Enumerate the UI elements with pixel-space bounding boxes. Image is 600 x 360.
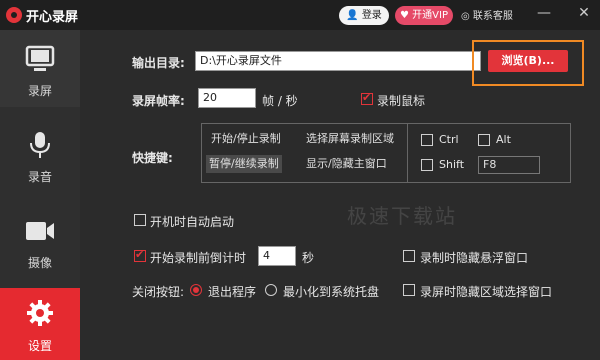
watermark: 极速下载站: [347, 204, 457, 228]
app-logo-icon: [6, 7, 22, 23]
gear-icon: [24, 298, 56, 328]
close-minimize-radio[interactable]: [265, 284, 277, 296]
autostart-label: 开机时自动启动: [150, 215, 235, 229]
fps-label: 录屏帧率:: [132, 94, 185, 108]
user-icon: 👤: [346, 10, 359, 21]
heart-icon: ♥: [400, 10, 409, 21]
autostart-checkbox[interactable]: [134, 214, 146, 226]
camera-icon: [24, 216, 56, 246]
shift-checkbox[interactable]: [421, 159, 433, 171]
login-button[interactable]: 👤 登录: [339, 6, 389, 25]
hotkey-key-input[interactable]: F8: [478, 156, 540, 174]
hotkey-toggle-main[interactable]: 显示/隐藏主窗口: [303, 155, 390, 173]
browse-button[interactable]: 浏览(B)...: [488, 50, 568, 72]
sidebar-item-camera[interactable]: 摄像: [0, 202, 80, 279]
hide-float-label: 录制时隐藏悬浮窗口: [420, 251, 529, 265]
hide-area-label: 录屏时隐藏区域选择窗口: [420, 285, 553, 299]
hide-float-checkbox[interactable]: [403, 250, 415, 262]
vip-button[interactable]: ♥ 开通VIP: [395, 6, 453, 25]
title-bar: 开心录屏 👤 登录 ♥ 开通VIP ◎ 联系客服 — ✕: [0, 0, 600, 30]
output-path-field[interactable]: D:\开心录屏文件: [195, 51, 481, 71]
alt-checkbox[interactable]: [478, 134, 490, 146]
app-title: 开心录屏: [26, 10, 79, 25]
support-label: 联系客服: [472, 11, 513, 22]
record-cursor-checkbox[interactable]: [361, 91, 373, 105]
close-button[interactable]: ✕: [575, 4, 593, 22]
countdown-label: 开始录制前倒计时: [150, 251, 247, 265]
sidebar-item-label: 摄像: [27, 256, 52, 270]
fps-unit: 帧 / 秒: [262, 94, 298, 108]
sidebar: 录屏 录音 摄像 设置: [0, 30, 80, 360]
sidebar-item-label: 设置: [27, 339, 52, 353]
hotkey-start-stop[interactable]: 开始/停止录制: [208, 130, 284, 148]
close-minimize-label: 最小化到系统托盘: [283, 285, 380, 299]
sidebar-item-label: 录音: [27, 170, 52, 184]
support-link[interactable]: ◎ 联系客服: [461, 7, 513, 22]
ctrl-label: Ctrl: [439, 133, 459, 146]
login-label: 登录: [361, 10, 382, 21]
ctrl-checkbox[interactable]: [421, 134, 433, 146]
hide-area-checkbox[interactable]: [403, 284, 415, 296]
countdown-input[interactable]: 4: [258, 246, 296, 266]
alt-label: Alt: [496, 133, 511, 146]
settings-panel: 输出目录: D:\开心录屏文件 浏览(B)... 录屏帧率: 20 帧 / 秒 …: [80, 30, 600, 360]
headset-icon: ◎: [461, 11, 470, 22]
sidebar-item-settings[interactable]: 设置: [0, 288, 80, 360]
countdown-unit: 秒: [302, 251, 315, 265]
hotkeys-label: 快捷键:: [132, 151, 173, 165]
close-exit-radio[interactable]: [190, 284, 202, 296]
sidebar-item-record-screen[interactable]: 录屏: [0, 30, 80, 107]
hotkey-panel: 开始/停止录制 选择屏幕录制区域 暂停/继续录制 显示/隐藏主窗口 Ctrl A…: [201, 123, 571, 183]
hotkey-divider: [407, 124, 408, 182]
record-cursor-label: 录制鼠标: [377, 94, 426, 108]
sidebar-item-record-audio[interactable]: 录音: [0, 116, 80, 193]
hotkey-select-area[interactable]: 选择屏幕录制区域: [303, 130, 397, 148]
close-exit-label: 退出程序: [208, 285, 257, 299]
countdown-checkbox[interactable]: [134, 248, 146, 262]
output-dir-label: 输出目录:: [132, 56, 185, 70]
sidebar-item-label: 录屏: [27, 84, 52, 98]
monitor-icon: [24, 44, 56, 74]
close-button-label: 关闭按钮:: [132, 285, 185, 299]
fps-input[interactable]: 20: [198, 88, 256, 108]
minimize-button[interactable]: —: [535, 4, 553, 22]
shift-label: Shift: [439, 158, 465, 171]
vip-label: 开通VIP: [412, 10, 448, 21]
microphone-icon: [24, 130, 56, 160]
hotkey-pause-resume[interactable]: 暂停/继续录制: [206, 155, 282, 173]
